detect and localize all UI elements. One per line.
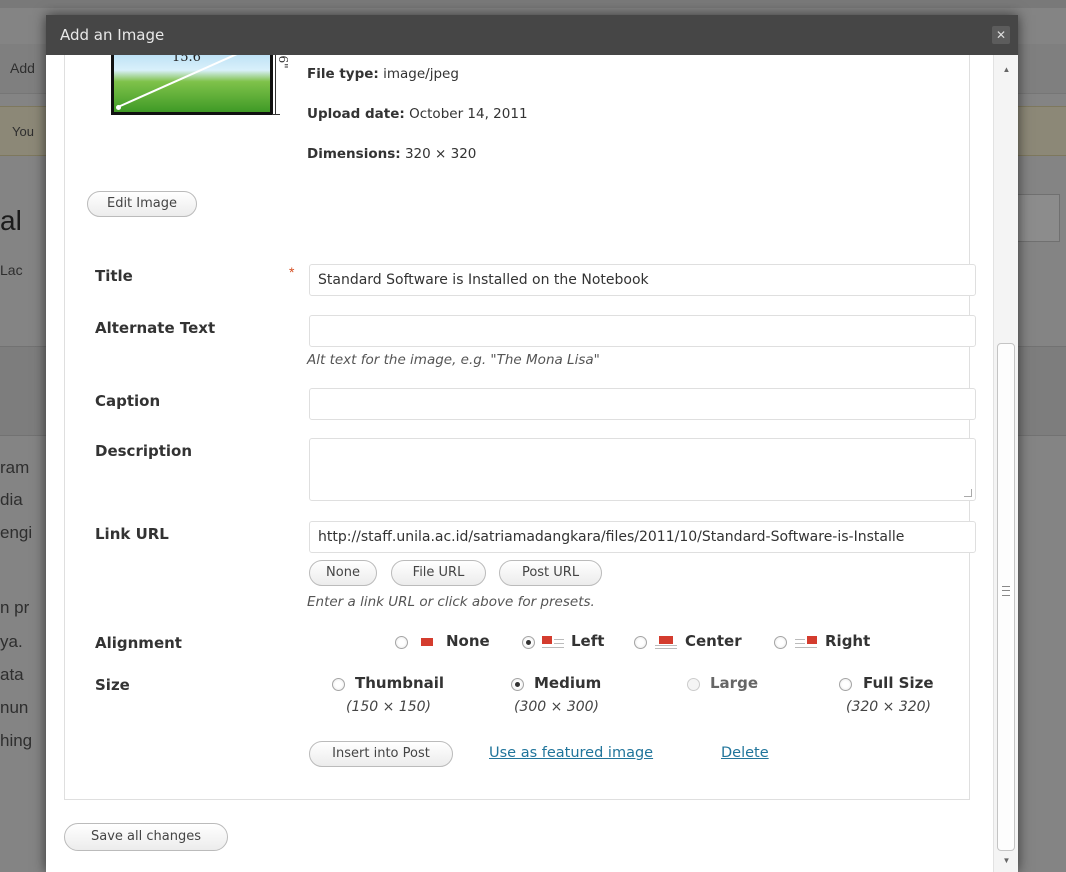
thumbnail-height-label: 7.6" [276, 55, 290, 69]
align-right-radio[interactable] [774, 636, 787, 649]
add-image-dialog: Add an Image ✕ 15.6" 7.6" File type: ima… [46, 15, 1018, 872]
size-medium-dimensions: (300 × 300) [514, 699, 599, 715]
align-left-icon-line [554, 643, 564, 644]
align-right-icon-line [795, 639, 805, 640]
align-center-icon-line [655, 648, 677, 649]
dialog-header: Add an Image ✕ [46, 15, 1018, 55]
save-all-changes-button[interactable]: Save all changes [64, 823, 228, 851]
size-large-radio [687, 678, 700, 691]
align-right-icon [795, 635, 817, 649]
thumbnail-corner-dot [116, 105, 121, 110]
caption-label: Caption [95, 392, 161, 410]
align-left-radio[interactable] [522, 636, 535, 649]
alignment-label: Alignment [95, 634, 182, 652]
align-left-icon-line [542, 647, 564, 648]
dialog-title: Add an Image [60, 26, 165, 44]
size-large-label: Large [710, 674, 758, 692]
file-type-label: File type: [307, 66, 379, 82]
link-file-url-button[interactable]: File URL [391, 560, 486, 586]
align-center-icon-line [655, 645, 677, 646]
ruler-tick [272, 114, 280, 115]
size-full-label[interactable]: Full Size [863, 674, 934, 692]
upload-date-row: Upload date: October 14, 2011 [307, 106, 528, 122]
size-medium-label[interactable]: Medium [534, 674, 601, 692]
upload-date-label: Upload date: [307, 106, 405, 122]
size-full-radio[interactable] [839, 678, 852, 691]
title-label: Title [95, 267, 133, 285]
dimensions-row: Dimensions: 320 × 320 [307, 146, 476, 162]
alternate-text-label: Alternate Text [95, 319, 216, 337]
size-thumbnail-dimensions: (150 × 150) [346, 699, 431, 715]
align-none-radio[interactable] [395, 636, 408, 649]
alternate-text-field[interactable] [309, 315, 976, 347]
align-center-radio[interactable] [634, 636, 647, 649]
link-none-button[interactable]: None [309, 560, 377, 586]
link-url-label: Link URL [95, 525, 169, 543]
description-field[interactable] [309, 438, 976, 501]
resize-handle-icon[interactable] [964, 489, 972, 497]
scroll-up-icon[interactable]: ▲ [994, 61, 1018, 79]
dialog-body: 15.6" 7.6" File type: image/jpeg Upload … [46, 55, 1018, 872]
align-right-icon-line [795, 643, 805, 644]
delete-link[interactable]: Delete [721, 745, 769, 761]
use-as-featured-image-link[interactable]: Use as featured image [489, 745, 653, 761]
scroll-down-icon[interactable]: ▼ [994, 852, 1018, 870]
align-left-icon [542, 635, 564, 649]
alternate-text-help: Alt text for the image, e.g. "The Mona L… [307, 352, 600, 368]
size-full-dimensions: (320 × 320) [846, 699, 931, 715]
upload-date-value: October 14, 2011 [409, 106, 528, 122]
align-none-icon-block [421, 638, 433, 646]
close-icon[interactable]: ✕ [992, 26, 1010, 44]
dimensions-label: Dimensions: [307, 146, 401, 162]
align-right-icon-line [795, 647, 817, 648]
align-right-label[interactable]: Right [825, 632, 870, 650]
link-post-url-button[interactable]: Post URL [499, 560, 602, 586]
description-label: Description [95, 442, 193, 460]
size-medium-radio[interactable] [511, 678, 524, 691]
align-center-icon [655, 635, 677, 649]
align-left-label[interactable]: Left [571, 632, 604, 650]
align-none-icon [416, 635, 438, 649]
caption-field[interactable] [309, 388, 976, 420]
edit-image-button[interactable]: Edit Image [87, 191, 197, 217]
required-mark: * [289, 264, 295, 280]
image-thumbnail: 15.6" [111, 55, 273, 115]
align-center-icon-block [659, 636, 673, 644]
align-left-icon-block [542, 636, 552, 644]
title-field[interactable]: Standard Software is Installed on the No… [309, 264, 976, 296]
dimensions-value: 320 × 320 [404, 146, 477, 162]
size-label: Size [95, 676, 130, 694]
thumbnail-width-label: 15.6" [172, 55, 207, 65]
link-url-help: Enter a link URL or click above for pres… [307, 594, 595, 610]
align-center-label[interactable]: Center [685, 632, 742, 650]
link-url-field[interactable]: http://staff.unila.ac.id/satriamadangkar… [309, 521, 976, 553]
scrollbar-thumb[interactable] [997, 343, 1015, 851]
file-type-row: File type: image/jpeg [307, 66, 459, 82]
align-none-label[interactable]: None [446, 632, 490, 650]
dialog-scrollbar[interactable]: ▲ ▼ [993, 55, 1018, 872]
size-thumbnail-radio[interactable] [332, 678, 345, 691]
size-thumbnail-label[interactable]: Thumbnail [355, 674, 444, 692]
insert-into-post-button[interactable]: Insert into Post [309, 741, 453, 767]
image-details-card: 15.6" 7.6" File type: image/jpeg Upload … [64, 55, 976, 800]
scroll-grip-icon [1002, 586, 1010, 596]
file-type-value: image/jpeg [383, 66, 459, 82]
align-right-icon-block [807, 636, 817, 644]
thumbnail-height-ruler: 7.6" [272, 55, 290, 115]
align-left-icon-line [554, 639, 564, 640]
